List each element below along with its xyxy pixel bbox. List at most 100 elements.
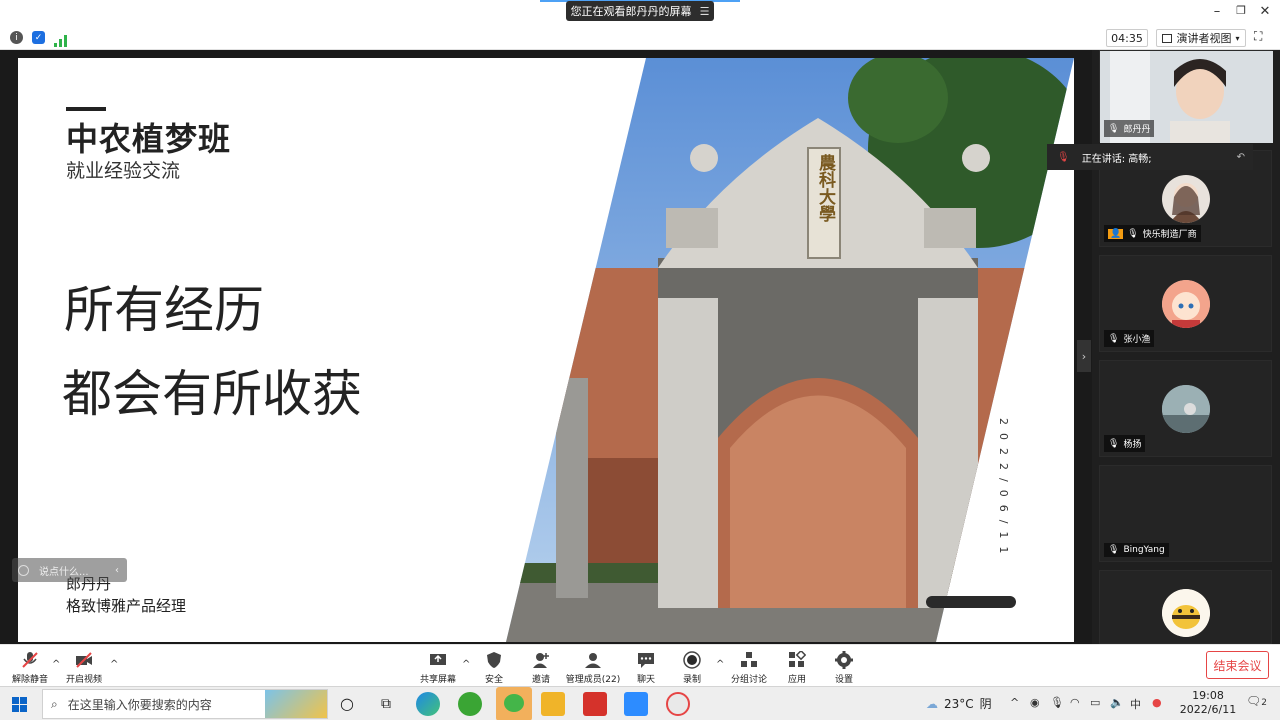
participants-button[interactable]: 管理成员(22): [563, 651, 623, 685]
participant-name: BingYang: [1123, 545, 1165, 555]
chat-icon: [637, 651, 655, 669]
shield-icon: [485, 651, 503, 669]
avatar: [1162, 385, 1210, 433]
info-icon[interactable]: i: [10, 31, 23, 44]
tray-clock[interactable]: 19:08 2022/6/11: [1178, 689, 1238, 717]
zoom-icon[interactable]: [624, 692, 648, 716]
share-banner[interactable]: 您正在观看郎丹丹的屏幕 ☰: [566, 1, 714, 21]
temperature: 23°C: [944, 696, 974, 711]
edge-icon[interactable]: [416, 692, 440, 716]
start-video-label: 开启视频: [65, 675, 102, 685]
app-icon[interactable]: [666, 692, 690, 716]
signal-icon[interactable]: [54, 32, 67, 47]
record-label: 录制: [682, 675, 701, 685]
speaking-indicator: 🎙 正在讲话: 高畅; ↶: [1047, 144, 1253, 170]
apps-label: 应用: [787, 675, 806, 685]
user-icon: 👤: [1108, 228, 1124, 239]
share-screen-button[interactable]: 共享屏幕: [408, 651, 468, 685]
invite-button[interactable]: 邀请: [511, 651, 571, 685]
wechat-icon[interactable]: [496, 687, 532, 720]
chevron-down-icon: ▾: [1235, 33, 1240, 43]
minimize-icon[interactable]: –: [1208, 4, 1226, 19]
end-meeting-button[interactable]: 结束会议: [1206, 651, 1269, 679]
participant-tile[interactable]: 🎙 张小渔: [1099, 255, 1272, 352]
meeting-controls: 解除静音 ^ 开启视频 ^ 共享屏幕 ^ 安全 邀请 管理成员(22) 聊天 录…: [0, 644, 1280, 686]
mic-icon[interactable]: 🎙: [1050, 696, 1064, 709]
mic-muted-icon: 🎙: [1108, 438, 1120, 449]
taskbar-search-input[interactable]: ⌕ 在这里输入你要搜索的内容: [42, 689, 328, 719]
breakout-icon: [740, 651, 758, 669]
menu-icon[interactable]: ☰: [700, 5, 710, 18]
participant-name: 杨扬: [1123, 440, 1142, 450]
volume-icon[interactable]: 🔈: [1110, 696, 1124, 709]
chat-hint-text: 说点什么...: [39, 566, 89, 578]
avatar: [1162, 175, 1210, 223]
meeting-timer: 04:35: [1106, 29, 1148, 47]
gate-plaque-text: 農科大學: [815, 154, 835, 222]
notification-count: 2: [1261, 698, 1267, 708]
view-mode-label: 演讲者视图: [1176, 32, 1232, 45]
apps-icon: [788, 649, 807, 669]
wifi-icon[interactable]: ◠: [1070, 696, 1080, 709]
slide-subtitle: 就业经验交流: [66, 160, 181, 182]
chevron-up-icon[interactable]: ^: [1010, 696, 1019, 709]
participant-tile[interactable]: 🎙 郎丹丹: [1099, 50, 1273, 143]
windows-taskbar: ⌕ 在这里输入你要搜索的内容 ○ ⧉ ☁ 23°C 阴 ^ ◉ 🎙 ◠ ▭ 🔈 …: [0, 686, 1280, 720]
participant-gallery: 🎙 郎丹丹 👤 🎙 快乐制造厂商 🎙 张小渔 🎙 杨扬 🎙 BingYang: [1092, 50, 1280, 644]
file-explorer-icon[interactable]: [541, 692, 565, 716]
security-tray-icon[interactable]: ●: [1152, 696, 1162, 709]
video-off-icon: [75, 651, 93, 669]
record-icon: [683, 651, 701, 669]
mic-muted-icon: 🎙: [1108, 545, 1120, 555]
ie-icon[interactable]: [458, 692, 482, 716]
record-tray-icon[interactable]: ◉: [1030, 696, 1040, 709]
title-bar: 您正在观看郎丹丹的屏幕 ☰ – ❐ ✕: [0, 0, 1280, 26]
start-video-button[interactable]: 开启视频: [54, 651, 114, 685]
participant-tile[interactable]: 🎙 BingYang: [1099, 465, 1272, 562]
cloud-icon: ☁: [926, 696, 938, 711]
collapse-gallery-button[interactable]: ›: [1077, 340, 1091, 372]
meeting-toolbar: i ✓ 04:35 演讲者视图 ▾ ⛶: [0, 26, 1280, 50]
participant-tile[interactable]: 🎙 杨扬: [1099, 360, 1272, 457]
unmute-button[interactable]: 解除静音: [0, 651, 60, 685]
search-highlight-icon: [265, 690, 327, 718]
emoji-icon[interactable]: [18, 564, 29, 576]
settings-button[interactable]: 设置: [814, 651, 874, 685]
security-label: 安全: [484, 675, 503, 685]
notification-icon[interactable]: 🗨2: [1246, 694, 1267, 708]
speaker-view-icon: [1162, 33, 1173, 43]
clock-date: 2022/6/11: [1179, 703, 1237, 716]
fullscreen-icon[interactable]: ⛶: [1254, 29, 1272, 47]
participant-tile[interactable]: [1099, 570, 1272, 644]
wps-icon[interactable]: [583, 692, 607, 716]
chevron-left-icon[interactable]: ‹: [115, 565, 119, 576]
tray-weather[interactable]: ☁ 23°C 阴: [926, 695, 992, 712]
ime-icon[interactable]: 中: [1130, 696, 1141, 712]
mic-muted-icon: 🎙: [1127, 228, 1139, 239]
search-icon: ⌕: [51, 696, 58, 711]
participant-name: 快乐制造厂商: [1142, 230, 1197, 240]
restore-icon[interactable]: ❐: [1232, 4, 1250, 17]
slide-headline-1: 所有经历: [64, 281, 264, 339]
task-view-icon[interactable]: ⧉: [374, 692, 398, 716]
clock-time: 19:08: [1192, 689, 1224, 702]
brand-underline: [66, 107, 106, 111]
participant-name: 郎丹丹: [1123, 125, 1151, 135]
chat-input-hint[interactable]: 说点什么... ‹: [12, 558, 127, 582]
reply-icon[interactable]: ↶: [1237, 152, 1245, 163]
participant-name-tag: 🎙 BingYang: [1104, 543, 1169, 557]
chevron-up-icon[interactable]: ^: [110, 659, 118, 670]
battery-icon[interactable]: ▭: [1090, 696, 1100, 709]
view-mode-button[interactable]: 演讲者视图 ▾: [1156, 29, 1246, 47]
record-button[interactable]: 录制: [662, 651, 722, 685]
chat-label: 聊天: [636, 675, 655, 685]
mic-muted-icon: 🎙: [1057, 151, 1070, 163]
share-banner-text: 您正在观看郎丹丹的屏幕: [570, 5, 692, 18]
close-icon[interactable]: ✕: [1256, 4, 1274, 19]
shield-icon[interactable]: ✓: [32, 31, 45, 44]
breakout-label: 分组讨论: [730, 675, 767, 685]
windows-start-icon[interactable]: [12, 697, 27, 712]
cortana-icon[interactable]: ○: [335, 692, 359, 716]
participant-name-tag: 🎙 杨扬: [1104, 435, 1146, 452]
participant-name-tag: 🎙 郎丹丹: [1104, 120, 1155, 137]
